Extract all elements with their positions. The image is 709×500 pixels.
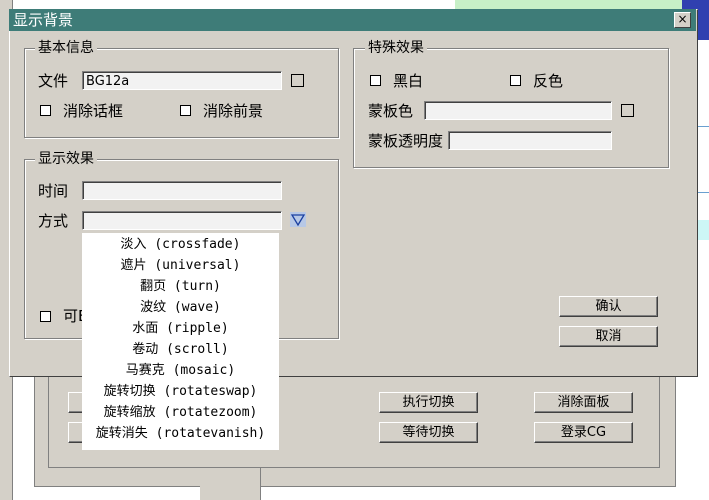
special-effect-legend: 特殊效果 — [365, 40, 427, 56]
register-cg-button[interactable]: 登录CG — [534, 422, 633, 443]
background-bottom-strip — [200, 468, 261, 500]
partial-checkbox[interactable] — [40, 311, 51, 322]
dialog-title: 显示背景 — [13, 11, 74, 29]
file-input[interactable]: BG12a — [82, 71, 282, 90]
time-input[interactable] — [82, 181, 282, 200]
hide-dialog-checkbox[interactable] — [40, 105, 51, 116]
black-white-label: 黑白 — [393, 72, 424, 90]
hide-dialog-label: 消除话框 — [63, 102, 124, 120]
confirm-button[interactable]: 确认 — [559, 296, 658, 317]
mask-color-picker-box[interactable] — [621, 104, 634, 117]
time-label: 时间 — [38, 182, 69, 200]
file-label: 文件 — [38, 72, 69, 90]
mode-option[interactable]: 淡入 (crossfade) — [82, 234, 279, 255]
cancel-button[interactable]: 取消 — [559, 326, 658, 347]
invert-label: 反色 — [533, 72, 564, 90]
mode-select[interactable] — [82, 211, 282, 230]
remove-panel-button[interactable]: 消除面板 — [534, 392, 633, 413]
execute-switch-button[interactable]: 执行切换 — [379, 392, 478, 413]
file-browse-box[interactable] — [291, 74, 304, 87]
mask-opacity-input[interactable] — [448, 131, 612, 150]
display-effect-legend: 显示效果 — [35, 151, 97, 167]
mode-option[interactable]: 波纹 (wave) — [82, 297, 279, 318]
mode-label: 方式 — [38, 212, 69, 230]
mode-option[interactable]: 旋转缩放 (rotatezoom) — [82, 402, 279, 423]
mode-dropdown-button[interactable] — [290, 212, 306, 227]
background-line — [698, 126, 709, 127]
mode-option[interactable]: 水面 (ripple) — [82, 318, 279, 339]
chevron-down-icon — [290, 214, 306, 227]
basic-info-group — [24, 48, 339, 138]
mask-opacity-label: 蒙板透明度 — [368, 132, 444, 150]
mode-option[interactable]: 卷动 (scroll) — [82, 339, 279, 360]
basic-info-legend: 基本信息 — [35, 40, 97, 56]
mode-option[interactable]: 马赛克 (mosaic) — [82, 360, 279, 381]
close-button[interactable]: × — [674, 12, 691, 28]
wait-switch-button[interactable]: 等待切换 — [379, 422, 478, 443]
mode-option[interactable]: 旋转切换 (rotateswap) — [82, 381, 279, 402]
invert-checkbox[interactable] — [510, 75, 521, 86]
mode-option[interactable]: 遮片 (universal) — [82, 255, 279, 276]
dialog-titlebar[interactable] — [9, 9, 696, 31]
background-line — [698, 192, 709, 193]
mask-color-input[interactable] — [424, 101, 612, 120]
hide-foreground-label: 消除前景 — [203, 102, 264, 120]
mode-option[interactable]: 翻页 (turn) — [82, 276, 279, 297]
mode-option[interactable]: 旋转消失 (rotatevanish) — [82, 423, 279, 444]
black-white-checkbox[interactable] — [370, 75, 381, 86]
mask-color-label: 蒙板色 — [368, 102, 414, 120]
hide-foreground-checkbox[interactable] — [180, 105, 191, 116]
